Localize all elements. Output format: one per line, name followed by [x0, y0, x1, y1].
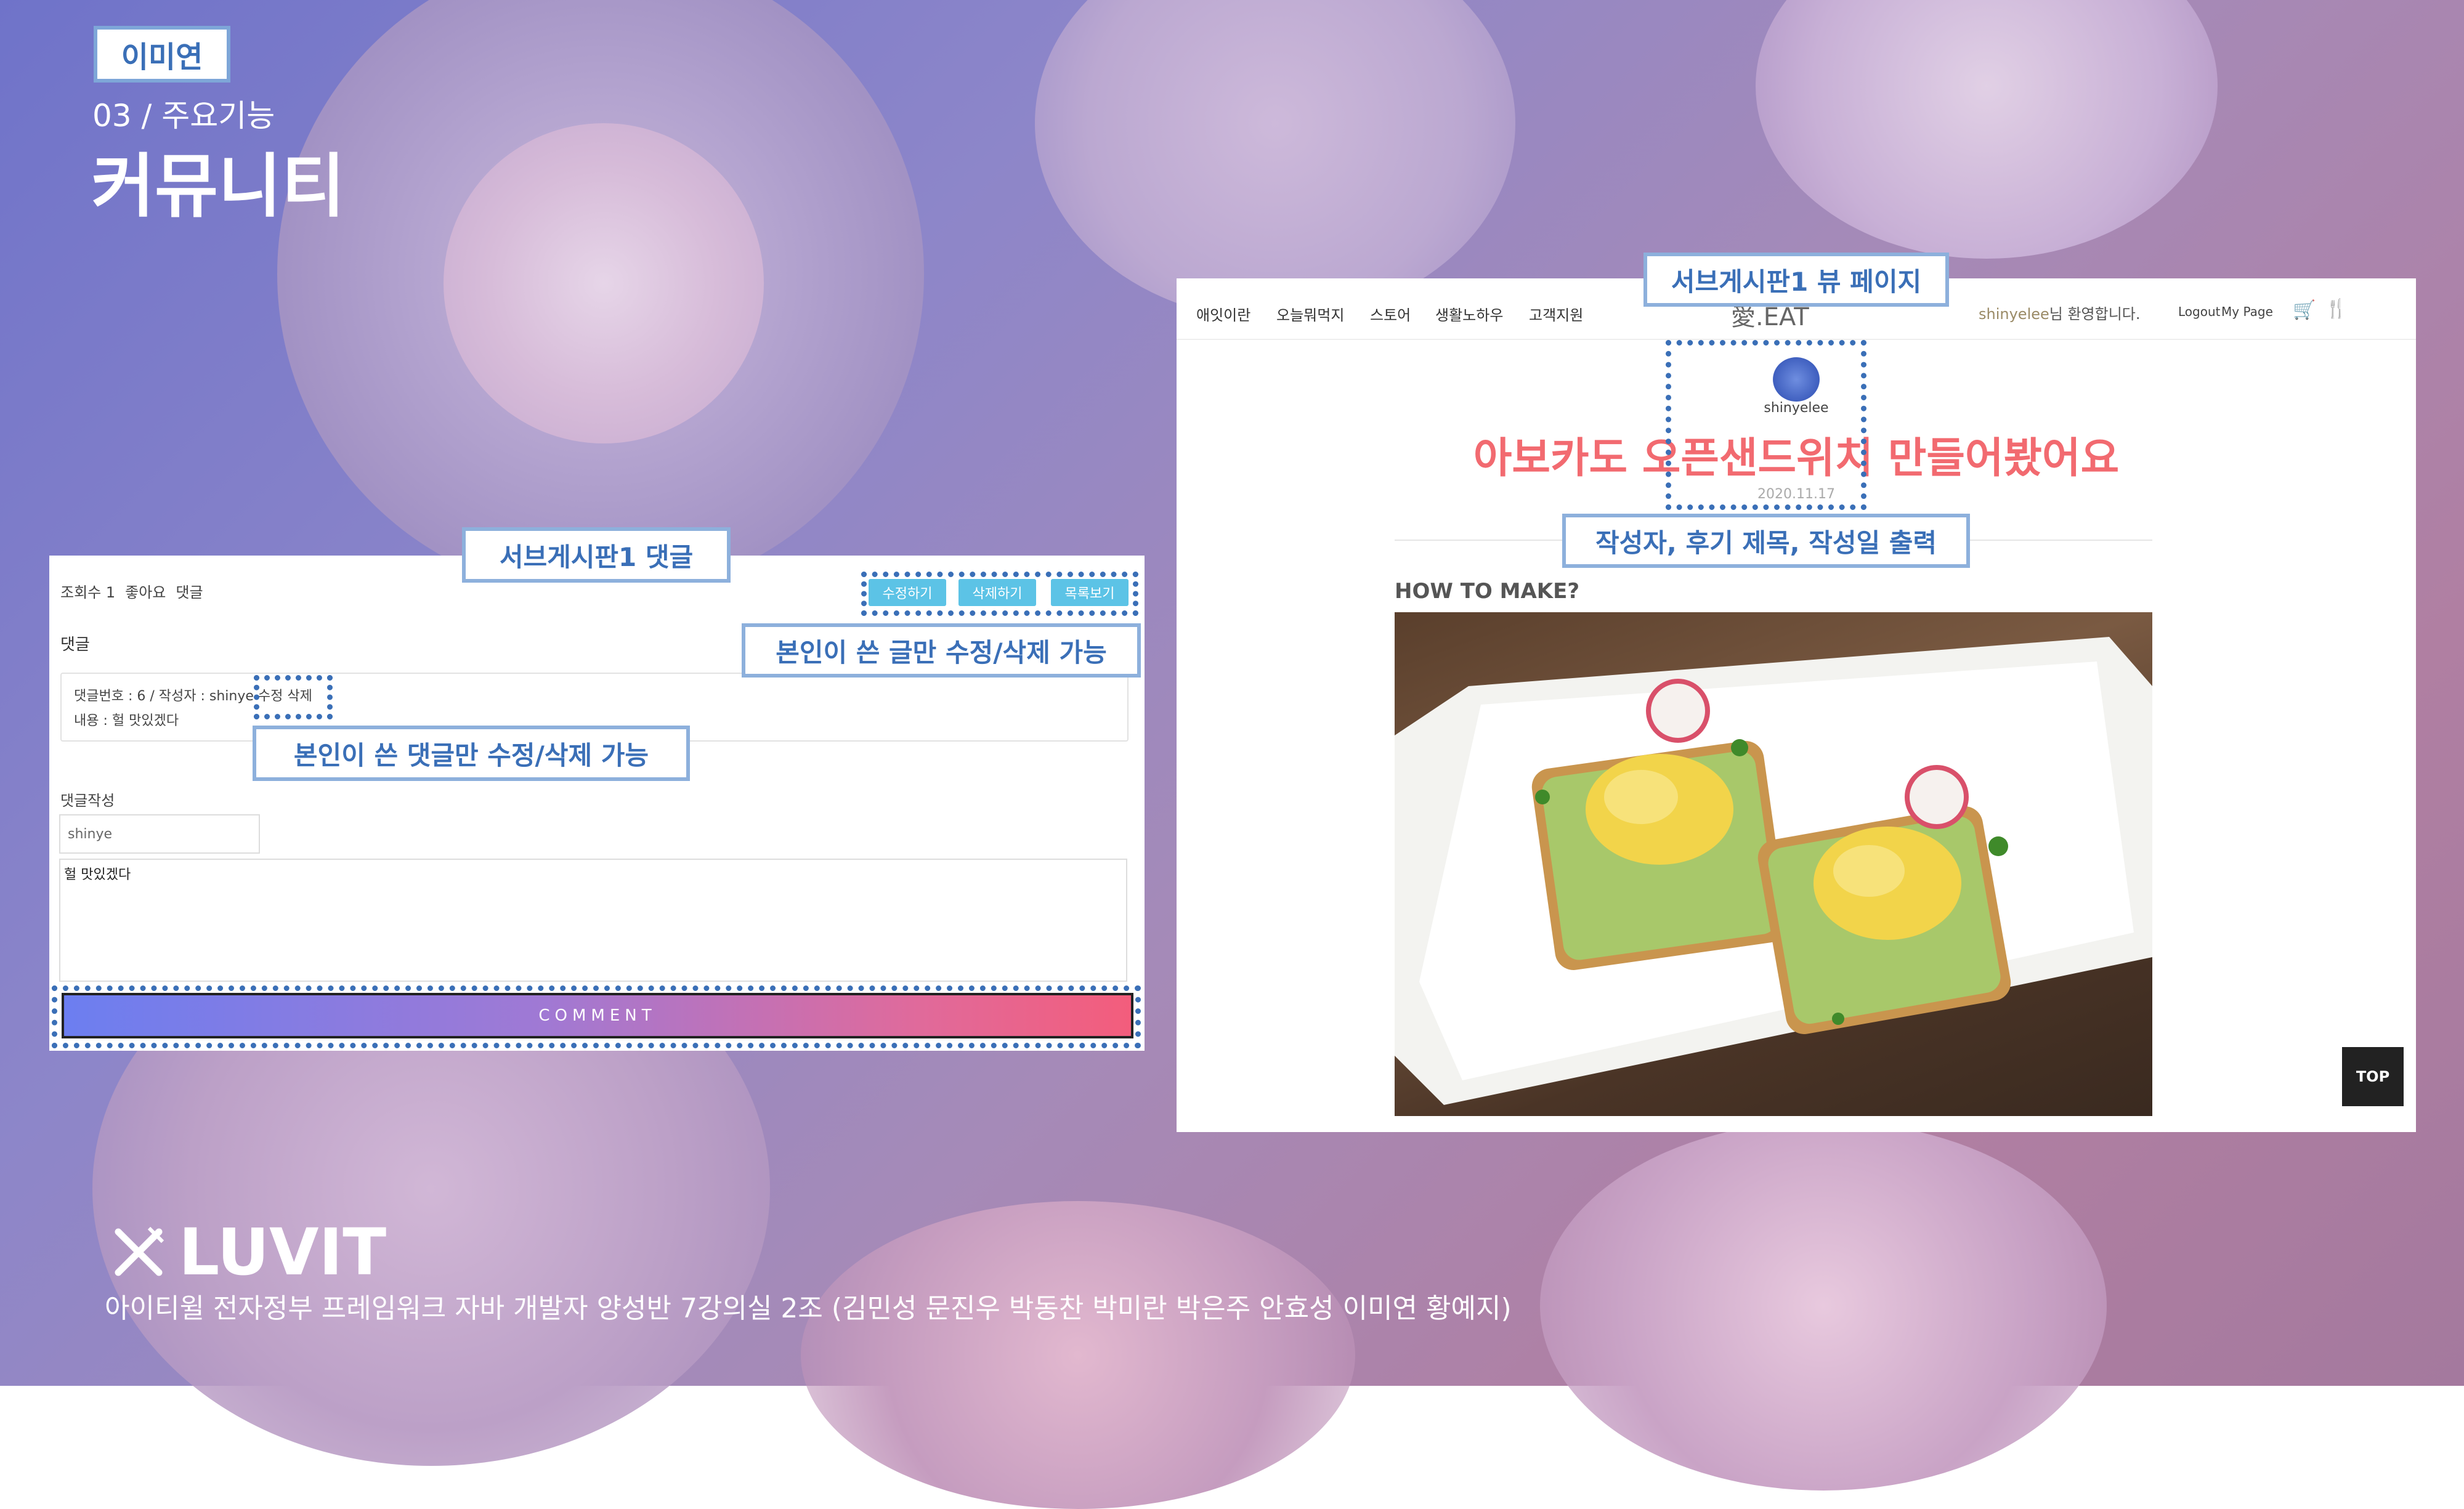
view-count: 조회수 1	[60, 584, 116, 601]
avocado-toast-illustration	[1395, 637, 2152, 1105]
nav-item-support[interactable]: 고객지원	[1529, 303, 1583, 325]
nav-item-today[interactable]: 오늘뭐먹지	[1276, 303, 1344, 325]
comments-header: 댓글	[60, 636, 90, 654]
writer-value: shinye	[68, 827, 113, 842]
background-plate	[1540, 1121, 2107, 1491]
nav-item-about[interactable]: 애잇이란	[1196, 303, 1250, 325]
footer-brand-name: LUVIT	[179, 1215, 387, 1290]
callout-meta-note: 작성자, 후기 제목, 작성일 출력	[1562, 514, 1970, 568]
section-subtitle: 03 / 주요기능	[92, 98, 275, 134]
comment-content: 내용 : 헐 맛있겠다	[74, 713, 179, 729]
footer-credits: 아이티윌 전자정부 프레임워크 자바 개발자 양성반 7강의실 2조 (김민성 …	[105, 1293, 1512, 1324]
writer-input[interactable]: shinye	[59, 814, 260, 854]
nav-item-tips[interactable]: 생활노하우	[1435, 303, 1503, 325]
post-image	[1395, 612, 2152, 1116]
section-title: 커뮤니티	[91, 147, 346, 227]
edit-buttons-highlight	[861, 572, 1138, 616]
mypage-link[interactable]: My Page	[2221, 304, 2273, 319]
scroll-top-button[interactable]: TOP	[2342, 1047, 2404, 1106]
comment-textarea[interactable]: 헐 맛있겠다	[59, 859, 1127, 982]
comment-author: 댓글번호 : 6 / 작성자 : shinye	[74, 689, 254, 704]
fork-knife-icon[interactable]: 🍴	[2325, 298, 2348, 320]
post-stats: 조회수 1 좋아요 댓글	[60, 580, 203, 602]
like-button[interactable]: 좋아요	[125, 580, 166, 602]
callout-view-title: 서브게시판1 뷰 페이지	[1643, 253, 1949, 307]
footer-brand: LUVIT	[111, 1215, 386, 1290]
crossed-utensils-icon	[115, 1226, 164, 1276]
welcome-message: shinyelee님 환영합니다.	[1979, 302, 2141, 323]
background-plate	[801, 1201, 1355, 1509]
callout-post-edit-note: 본인이 쓴 글만 수정/삭제 가능	[742, 623, 1141, 678]
author-tag: 이미연	[94, 26, 230, 83]
callout-comment-title: 서브게시판1 댓글	[462, 527, 731, 583]
logout-link[interactable]: Logout	[2178, 304, 2220, 319]
comment-actions-highlight	[254, 675, 333, 719]
comment-button-highlight	[52, 985, 1141, 1048]
welcome-suffix: 님 환영합니다.	[2049, 305, 2141, 323]
nav-item-store[interactable]: 스토어	[1370, 303, 1411, 325]
comment-count: 댓글	[176, 584, 203, 601]
cart-icon[interactable]: 🛒	[2293, 299, 2316, 321]
callout-comment-edit-note: 본인이 쓴 댓글만 수정/삭제 가능	[253, 726, 690, 781]
comment-text-value: 헐 맛있겠다	[64, 867, 131, 883]
write-comment-header: 댓글작성	[60, 792, 115, 809]
author-meta-highlight	[1666, 340, 1866, 510]
welcome-user: shinyelee	[1979, 305, 2049, 323]
section-heading: HOW TO MAKE?	[1395, 579, 1580, 604]
background-plate	[444, 123, 764, 443]
